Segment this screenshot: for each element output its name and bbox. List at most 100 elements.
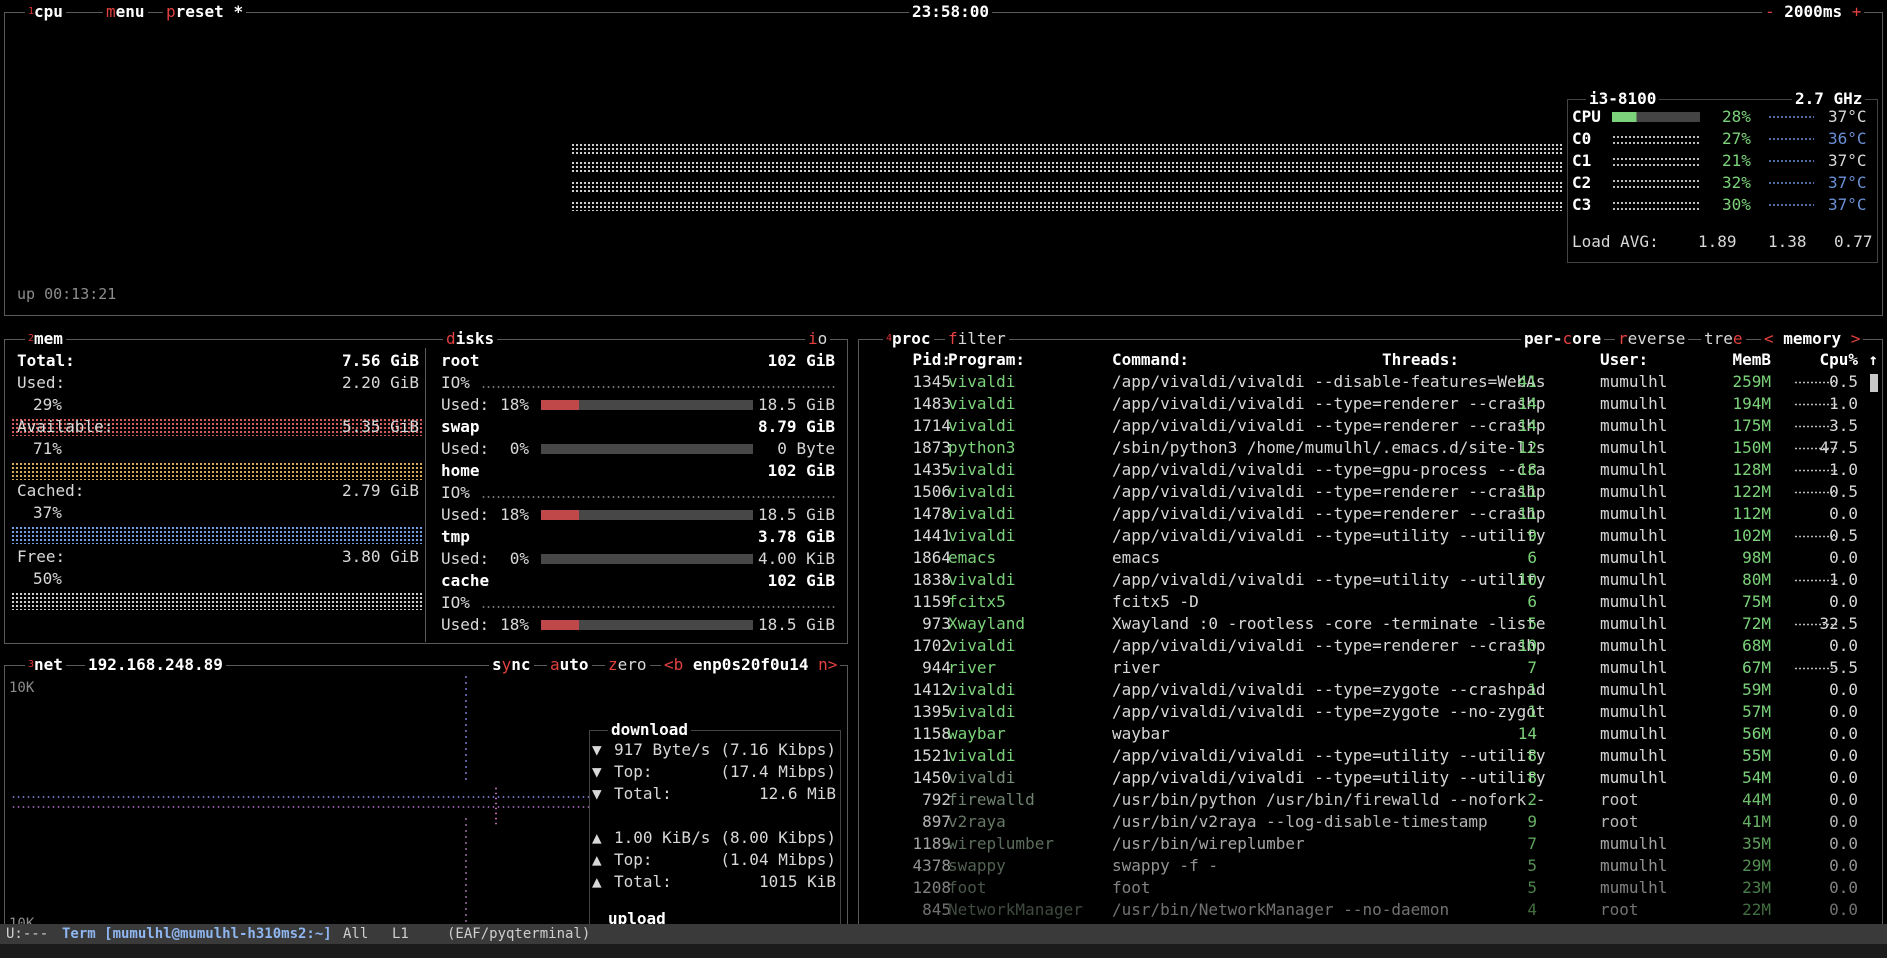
download-value: (7.16 Kibps) — [720, 740, 836, 759]
scroll-up-icon[interactable]: ↑ — [1868, 349, 1878, 371]
proc-title[interactable]: 4proc — [883, 329, 934, 349]
proc-threads: 6 — [1527, 548, 1537, 567]
proc-command: /app/vivaldi/vivaldi --type=zygote --cra… — [1112, 680, 1546, 699]
proc-threads: 4 — [1527, 900, 1537, 919]
tree-toggle[interactable]: tree — [1701, 329, 1746, 349]
proc-mem: 67M — [1742, 658, 1771, 677]
table-row[interactable]: 1441 vivaldi /app/vivaldi/vivaldi --type… — [859, 525, 1882, 547]
proc-program: vivaldi — [948, 460, 1016, 479]
mem-title[interactable]: 2mem — [25, 329, 66, 349]
table-row[interactable]: 1873 python3 /sbin/python3 /home/mumulhl… — [859, 437, 1882, 459]
table-row[interactable]: 897 v2raya /usr/bin/v2raya --log-disable… — [859, 811, 1882, 833]
mem-percent: 71% — [33, 439, 62, 458]
proc-cpu: 47.5 — [1819, 438, 1858, 457]
iface-next-button[interactable]: n> — [818, 655, 837, 674]
memb-header[interactable]: MemB — [1732, 349, 1771, 371]
preset-button[interactable]: preset * — [163, 2, 247, 22]
proc-cpu: 0.5 — [1829, 526, 1858, 545]
table-row[interactable]: 1345 vivaldi /app/vivaldi/vivaldi --disa… — [859, 371, 1882, 393]
proc-program: vivaldi — [948, 372, 1016, 391]
table-row[interactable]: 1864 emacs emacs 6 mumulhl 98M 0.0 — [859, 547, 1882, 569]
core-temp-graph — [1768, 180, 1814, 186]
proc-command: /app/vivaldi/vivaldi --type=renderer --c… — [1112, 416, 1546, 435]
core-temp: 37°C — [1828, 151, 1867, 170]
io-toggle[interactable]: io — [805, 329, 831, 349]
table-row[interactable]: 1702 vivaldi /app/vivaldi/vivaldi --type… — [859, 635, 1882, 657]
interval-increase-button[interactable]: + — [1852, 2, 1862, 21]
sort-control[interactable]: < memory > — [1761, 329, 1864, 349]
uptime: up 00:13:21 — [17, 285, 117, 303]
upload-value: 1015 KiB — [758, 872, 836, 891]
major-mode[interactable]: (EAF/pyqterminal) — [447, 924, 590, 944]
proc-command: /app/vivaldi/vivaldi --type=utility --ut… — [1112, 746, 1546, 765]
interval-decrease-button[interactable]: - — [1765, 2, 1775, 21]
table-row[interactable]: 1412 vivaldi /app/vivaldi/vivaldi --type… — [859, 679, 1882, 701]
disk-used-meter — [541, 620, 753, 630]
cpu-header[interactable]: Cpu% — [1819, 349, 1858, 371]
download-label: Total: — [614, 784, 672, 803]
menu-button[interactable]: menu — [103, 2, 148, 22]
proc-cpu: 0.0 — [1829, 812, 1858, 831]
table-row[interactable]: 1838 vivaldi /app/vivaldi/vivaldi --type… — [859, 569, 1882, 591]
pid-header[interactable]: Pid: — [912, 349, 951, 371]
disk-used-label: Used: — [441, 395, 490, 414]
core-row: C1 21% 37°C — [1572, 150, 1867, 172]
table-row[interactable]: 1159 fcitx5 fcitx5 -D 6 mumulhl 75M 0.0 — [859, 591, 1882, 613]
disk-2[interactable]: home 102 GiB — [441, 460, 835, 482]
proc-scrollbar[interactable] — [1870, 374, 1878, 392]
table-row[interactable]: 1714 vivaldi /app/vivaldi/vivaldi --type… — [859, 415, 1882, 437]
iface-prev-button[interactable]: <b — [664, 655, 683, 674]
proc-user: mumulhl — [1600, 394, 1668, 413]
table-row[interactable]: 1483 vivaldi /app/vivaldi/vivaldi --type… — [859, 393, 1882, 415]
auto-toggle[interactable]: auto — [547, 655, 592, 675]
net-iface[interactable]: <b enp0s20f0u14 n> — [661, 655, 841, 675]
table-row[interactable]: 1189 wireplumber /usr/bin/wireplumber 7 … — [859, 833, 1882, 855]
proc-cpu: 0.0 — [1829, 878, 1858, 897]
proc-pid: 1208 — [912, 878, 951, 897]
sort-prev-button[interactable]: < — [1764, 329, 1774, 348]
table-row[interactable]: 1158 waybar waybar 14 mumulhl 56M 0.0 — [859, 723, 1882, 745]
table-row[interactable]: 1478 vivaldi /app/vivaldi/vivaldi --type… — [859, 503, 1882, 525]
proc-user: mumulhl — [1600, 702, 1668, 721]
table-row[interactable]: 792 firewalld /usr/bin/python /usr/bin/f… — [859, 789, 1882, 811]
buffer-name[interactable]: Term [mumulhl@mumulhl-h310ms2:~] — [62, 924, 332, 944]
zero-toggle[interactable]: zero — [605, 655, 650, 675]
reverse-toggle[interactable]: reverse — [1615, 329, 1689, 349]
table-row[interactable]: 1435 vivaldi /app/vivaldi/vivaldi --type… — [859, 459, 1882, 481]
proc-pid: 1478 — [912, 504, 951, 523]
table-row[interactable]: 973 Xwayland Xwayland :0 -rootless -core… — [859, 613, 1882, 635]
disk-4[interactable]: cache 102 GiB — [441, 570, 835, 592]
threads-header[interactable]: Threads: — [1382, 349, 1459, 371]
table-row[interactable]: 1521 vivaldi /app/vivaldi/vivaldi --type… — [859, 745, 1882, 767]
table-row[interactable]: 944 river river 7 mumulhl 67M 5.5 — [859, 657, 1882, 679]
program-header[interactable]: Program: — [948, 349, 1025, 371]
download-title: download — [611, 720, 689, 739]
interval-control[interactable]: - 2000ms + — [1762, 2, 1865, 22]
per-core-toggle[interactable]: per-core — [1521, 329, 1605, 349]
table-row[interactable]: 1450 vivaldi /app/vivaldi/vivaldi --type… — [859, 767, 1882, 789]
table-row[interactable]: 1506 vivaldi /app/vivaldi/vivaldi --type… — [859, 481, 1882, 503]
proc-cpu: 0.0 — [1829, 768, 1858, 787]
sync-toggle[interactable]: sync — [489, 655, 534, 675]
proc-command: /app/vivaldi/vivaldi --type=zygote --no-… — [1112, 702, 1546, 721]
user-header[interactable]: User: — [1600, 349, 1648, 371]
disk-size: 8.79 GiB — [757, 417, 835, 436]
table-row[interactable]: 845 NetworkManager /usr/bin/NetworkManag… — [859, 899, 1882, 921]
table-row[interactable]: 4378 swappy swappy -f - 5 mumulhl 29M 0.… — [859, 855, 1882, 877]
cpu-title[interactable]: 1cpu — [25, 2, 66, 22]
table-row[interactable]: 1395 vivaldi /app/vivaldi/vivaldi --type… — [859, 701, 1882, 723]
proc-pid: 1450 — [912, 768, 951, 787]
disks-title[interactable]: disks — [443, 329, 498, 349]
proc-threads: 14 — [1517, 394, 1537, 413]
minibuffer[interactable] — [0, 944, 1887, 958]
net-title[interactable]: 3net — [25, 655, 66, 675]
sort-next-button[interactable]: > — [1851, 329, 1861, 348]
proc-pid: 1159 — [912, 592, 951, 611]
table-row[interactable]: 1208 foot foot 5 mumulhl 23M 0.0 — [859, 877, 1882, 899]
proc-program: river — [948, 658, 997, 677]
command-header[interactable]: Command: — [1112, 349, 1189, 371]
disk-1[interactable]: swap 8.79 GiB — [441, 416, 835, 438]
disk-3[interactable]: tmp 3.78 GiB — [441, 526, 835, 548]
filter-button[interactable]: filter — [945, 329, 1009, 349]
disk-0[interactable]: root 102 GiB — [441, 350, 835, 372]
